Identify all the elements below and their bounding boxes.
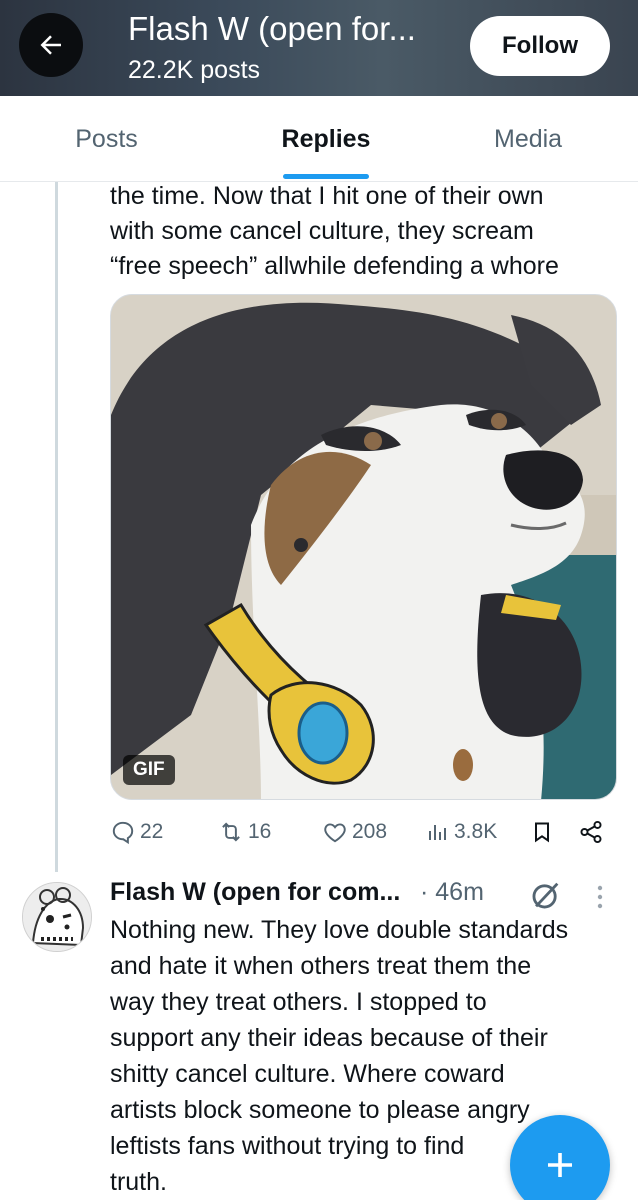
- profile-tabs: Posts Replies Media: [0, 96, 638, 182]
- reply-timestamp[interactable]: · 46m: [420, 878, 484, 907]
- posts-count: 22.2K posts: [128, 56, 261, 84]
- cartoon-dog-with-headphones-image: [111, 295, 616, 799]
- heart-icon: [324, 823, 346, 843]
- arrow-left-icon: [40, 35, 61, 55]
- post-gif-media[interactable]: GIF: [110, 294, 617, 800]
- more-options-button[interactable]: [588, 880, 612, 914]
- like-action[interactable]: 208: [322, 815, 387, 849]
- plus-icon: [548, 1153, 572, 1177]
- reply-author-name[interactable]: Flash W (open for com...: [110, 878, 400, 907]
- reply-action[interactable]: 22: [110, 815, 163, 849]
- bookmark-action[interactable]: [530, 815, 554, 849]
- avatar[interactable]: [22, 882, 92, 952]
- back-button[interactable]: [19, 13, 83, 77]
- views-count: 3.8K: [454, 820, 498, 843]
- tab-replies[interactable]: Replies: [213, 96, 439, 182]
- profile-header: Flash W (open for... 22.2K posts Follow: [0, 0, 638, 96]
- repost-count: 16: [248, 820, 272, 843]
- reply-text-line: Nothing new. They love double standards: [110, 916, 569, 944]
- repost-icon: [222, 822, 240, 842]
- views-action[interactable]: 3.8K: [426, 815, 497, 849]
- post-text-line: the time. Now that I hit one of their ow…: [110, 182, 544, 210]
- share-icon: [580, 820, 602, 844]
- grok-button[interactable]: [528, 878, 564, 912]
- follow-button[interactable]: Follow: [470, 16, 610, 76]
- thread-connector-line: [55, 182, 58, 872]
- tab-media[interactable]: Media: [439, 96, 638, 182]
- reply-count: 22: [140, 820, 164, 843]
- more-vertical-icon: [597, 885, 603, 909]
- post-text-line: with some cancel culture, they scream: [110, 217, 534, 245]
- reply-text-line: way they treat others. I stopped to: [110, 988, 487, 1016]
- bookmark-icon: [535, 822, 549, 843]
- tab-posts[interactable]: Posts: [0, 96, 213, 182]
- reply-text-line: support any their ideas because of their: [110, 1024, 548, 1052]
- reply-text-line: and hate it when others treat them the: [110, 952, 532, 980]
- share-action[interactable]: [578, 815, 604, 849]
- user-avatar-image: [23, 883, 91, 951]
- profile-name: Flash W (open for...: [128, 10, 416, 47]
- post-text-line: “free speech” allwhile defending a whore: [110, 252, 559, 280]
- grok-icon: [532, 882, 559, 909]
- repost-action[interactable]: 16: [218, 815, 271, 849]
- like-count: 208: [352, 820, 388, 843]
- reply-text-line: shitty cancel culture. Where coward: [110, 1060, 505, 1088]
- comment-icon: [112, 821, 134, 845]
- analytics-icon: [429, 825, 446, 840]
- gif-badge: GIF: [123, 755, 175, 785]
